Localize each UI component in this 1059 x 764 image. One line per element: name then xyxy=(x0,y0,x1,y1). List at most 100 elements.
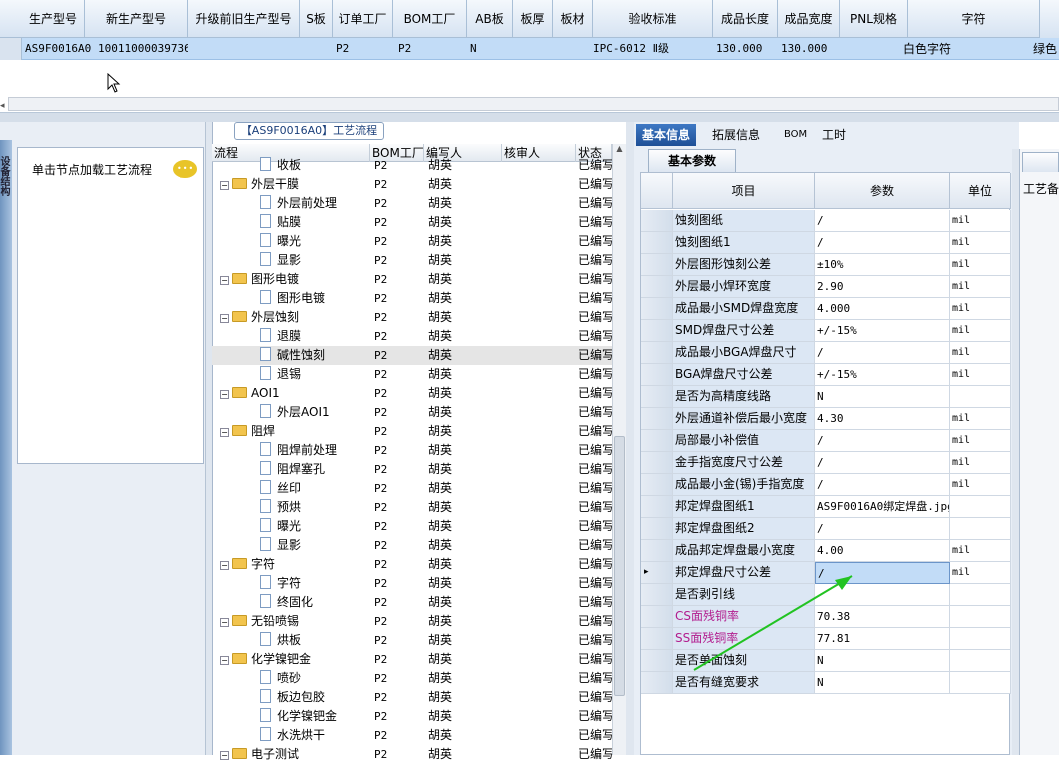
param-unit[interactable]: mil xyxy=(950,342,1011,364)
param-unit[interactable]: mil xyxy=(950,474,1011,496)
tree-row[interactable]: 曝光 P2 胡英 已编写 xyxy=(212,232,614,251)
param-value[interactable]: / xyxy=(815,430,950,452)
column-header[interactable]: AB板 xyxy=(467,0,513,38)
tree-node[interactable]: 显影 xyxy=(212,251,370,270)
tree-node[interactable]: 字符 xyxy=(212,574,370,593)
params-row[interactable]: 金手指宽度尺寸公差 / mil xyxy=(641,452,1011,474)
tree-row[interactable]: 预烘 P2 胡英 已编写 xyxy=(212,498,614,517)
tree-row[interactable]: − AOI1 P2 胡英 已编写 xyxy=(212,384,614,403)
product-cell[interactable]: N xyxy=(467,38,513,60)
tree-node[interactable]: 显影 xyxy=(212,536,370,555)
params-column-header[interactable] xyxy=(641,173,673,209)
tree-node[interactable]: 图形电镀 xyxy=(212,289,370,308)
tree-node[interactable]: 贴膜 xyxy=(212,213,370,232)
param-unit[interactable]: mil xyxy=(950,276,1011,298)
param-value[interactable]: / xyxy=(815,452,950,474)
param-unit[interactable]: mil xyxy=(950,298,1011,320)
horizontal-scrollbar[interactable] xyxy=(8,97,1059,111)
tree-node[interactable]: 外层前处理 xyxy=(212,194,370,213)
collapse-icon[interactable]: − xyxy=(220,428,229,437)
product-cell[interactable] xyxy=(553,38,590,60)
right-splitter[interactable] xyxy=(1012,149,1019,755)
params-row[interactable]: 蚀刻图纸 / mil xyxy=(641,210,1011,232)
tree-row[interactable]: − 外层蚀刻 P2 胡英 已编写 xyxy=(212,308,614,327)
params-row[interactable]: 成品最小SMD焊盘宽度 4.000 mil xyxy=(641,298,1011,320)
tree-row[interactable]: 图形电镀 P2 胡英 已编写 xyxy=(212,289,614,308)
column-header[interactable]: 字符 xyxy=(908,0,1040,38)
tree-node[interactable]: 水洗烘干 xyxy=(212,726,370,745)
product-cell[interactable]: 绿色 xyxy=(1030,38,1059,60)
params-row[interactable]: 成品邦定焊盘最小宽度 4.00 mil xyxy=(641,540,1011,562)
product-cell[interactable]: 130.000 xyxy=(713,38,778,60)
param-unit[interactable]: mil xyxy=(950,562,1011,584)
param-value[interactable]: / xyxy=(815,232,950,254)
tree-node[interactable]: − 化学镍钯金 xyxy=(212,650,370,669)
product-cell[interactable] xyxy=(300,38,333,60)
column-header[interactable]: 验收标准 xyxy=(593,0,713,38)
product-cell[interactable] xyxy=(188,38,300,60)
param-value[interactable]: 2.90 xyxy=(815,276,950,298)
param-value[interactable]: / xyxy=(815,210,950,232)
param-value[interactable]: +/-15% xyxy=(815,364,950,386)
scrollbar-thumb[interactable] xyxy=(614,436,625,696)
product-cell[interactable]: P2 xyxy=(395,38,467,60)
column-header[interactable]: 升级前旧生产型号 xyxy=(188,0,300,38)
param-unit[interactable] xyxy=(950,496,1011,518)
middle-splitter[interactable] xyxy=(626,122,634,755)
product-cell[interactable]: AS9F0016A0 xyxy=(22,38,95,60)
product-cell[interactable]: 白色字符 xyxy=(900,38,1040,60)
param-value[interactable]: N xyxy=(815,386,950,408)
param-unit[interactable]: mil xyxy=(950,210,1011,232)
param-unit[interactable]: mil xyxy=(950,232,1011,254)
params-row[interactable]: SMD焊盘尺寸公差 +/-15% mil xyxy=(641,320,1011,342)
tab-3[interactable]: 工时 xyxy=(816,124,852,146)
tree-node[interactable]: 阻焊前处理 xyxy=(212,441,370,460)
tab-0[interactable]: 基本信息 xyxy=(636,124,697,146)
tab-2[interactable]: BOM xyxy=(778,124,813,146)
params-row[interactable]: 外层通道补偿后最小宽度 4.30 mil xyxy=(641,408,1011,430)
product-cell[interactable] xyxy=(513,38,553,60)
tree-node[interactable]: 烘板 xyxy=(212,631,370,650)
tree-row[interactable]: 碱性蚀刻 P2 胡英 已编写 xyxy=(212,346,614,365)
tree-row[interactable]: 阻焊前处理 P2 胡英 已编写 xyxy=(212,441,614,460)
tab-1[interactable]: 拓展信息 xyxy=(706,124,766,146)
param-value[interactable]: 4.000 xyxy=(815,298,950,320)
tree-row[interactable]: 终固化 P2 胡英 已编写 xyxy=(212,593,614,612)
tree-row[interactable]: 显影 P2 胡英 已编写 xyxy=(212,251,614,270)
param-value[interactable]: 4.00 xyxy=(815,540,950,562)
params-row[interactable]: 外层最小焊环宽度 2.90 mil xyxy=(641,276,1011,298)
collapse-icon[interactable]: − xyxy=(220,561,229,570)
param-value[interactable]: / xyxy=(815,342,950,364)
product-cell[interactable] xyxy=(840,38,900,60)
tree-node[interactable]: − AOI1 xyxy=(212,384,370,403)
param-value[interactable]: 4.30 xyxy=(815,408,950,430)
param-unit[interactable] xyxy=(950,606,1011,628)
tree-node[interactable]: 退膜 xyxy=(212,327,370,346)
tree-node[interactable]: 板边包胶 xyxy=(212,688,370,707)
tree-row[interactable]: 丝印 P2 胡英 已编写 xyxy=(212,479,614,498)
param-value[interactable]: AS9F0016A0绑定焊盘.jpg xyxy=(815,496,950,518)
tree-row[interactable]: − 字符 P2 胡英 已编写 xyxy=(212,555,614,574)
param-unit[interactable]: mil xyxy=(950,408,1011,430)
tree-node[interactable]: 喷砂 xyxy=(212,669,370,688)
process-tree-scrollbar[interactable]: ▲ xyxy=(612,144,626,755)
column-header[interactable]: 新生产型号 xyxy=(85,0,188,38)
params-row[interactable]: BGA焊盘尺寸公差 +/-15% mil xyxy=(641,364,1011,386)
tree-node[interactable]: − 外层干膜 xyxy=(212,175,370,194)
tree-row[interactable]: − 阻焊 P2 胡英 已编写 xyxy=(212,422,614,441)
scroll-up-icon[interactable]: ▲ xyxy=(614,144,625,156)
collapse-icon[interactable]: − xyxy=(220,618,229,627)
column-header[interactable]: 板厚 xyxy=(513,0,553,38)
process-load-box[interactable]: 单击节点加载工艺流程 ••• xyxy=(17,147,204,464)
tree-row[interactable]: − 图形电镀 P2 胡英 已编写 xyxy=(212,270,614,289)
param-unit[interactable]: mil xyxy=(950,320,1011,342)
param-unit[interactable]: mil xyxy=(950,254,1011,276)
tree-row[interactable]: 收板 P2 胡英 已编写 xyxy=(212,156,614,175)
column-header[interactable]: 成品长度 xyxy=(713,0,778,38)
params-row[interactable]: 是否为高精度线路 N xyxy=(641,386,1011,408)
product-cell[interactable]: 10011000039736 xyxy=(95,38,188,60)
collapse-icon[interactable]: − xyxy=(220,751,229,760)
tree-row[interactable]: 烘板 P2 胡英 已编写 xyxy=(212,631,614,650)
param-value[interactable]: / xyxy=(815,518,950,540)
tree-node[interactable]: − 字符 xyxy=(212,555,370,574)
